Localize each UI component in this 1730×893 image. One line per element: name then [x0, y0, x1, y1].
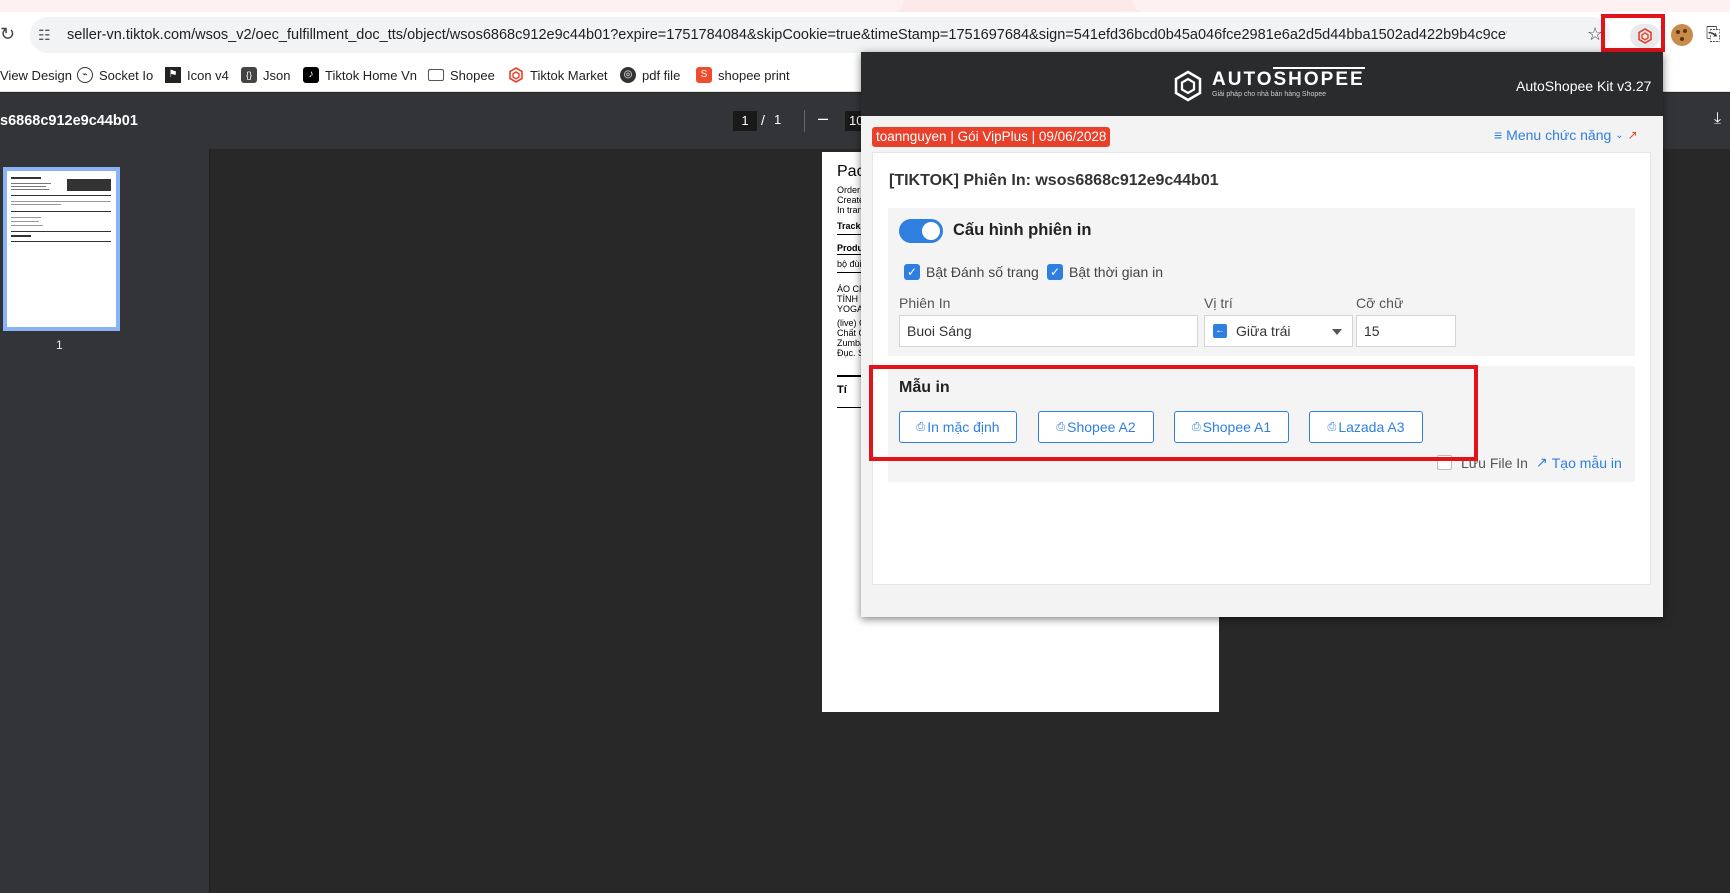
brand-tagline: Giải pháp cho nhà bán hàng Shopee	[1212, 91, 1327, 98]
page-text-line: Tí	[837, 384, 847, 396]
font-size-label: Cỡ chữ	[1356, 295, 1404, 311]
tiktok-icon: ♪	[303, 67, 319, 83]
session-label: Phiên In	[899, 295, 951, 311]
flag-icon: ⚑	[165, 67, 181, 83]
page-number-label: Bật Đánh số trang	[926, 264, 1039, 280]
globe-icon: ◎	[620, 67, 636, 83]
hamburger-icon: ≡	[1494, 127, 1503, 143]
bookmark-folder-shopee[interactable]: Shopee	[428, 64, 495, 86]
brand-suffix: SHOPEE	[1273, 67, 1365, 90]
bookmark-label: Shopee	[450, 67, 495, 83]
page-text-line: Order	[837, 185, 861, 195]
shopee-icon: S	[696, 67, 712, 83]
align-left-icon: ←	[1213, 324, 1227, 338]
bookmark-label: pdf file	[642, 67, 681, 83]
external-link-icon: ↗	[1536, 454, 1548, 470]
page-text-line: Đục. S	[837, 348, 865, 358]
brand-wordmark: AUTOSHOPEE	[1212, 67, 1365, 91]
caret-down-icon	[1332, 329, 1342, 335]
config-title: Cấu hình phiên in	[953, 221, 1092, 239]
session-title: [TIKTOK] Phiên In: wsos6868c912e9c44b01	[889, 172, 1219, 189]
thumbnail-preview	[11, 177, 111, 242]
page-text-line: Tracki	[837, 221, 864, 231]
cookie-extension-icon[interactable]	[1671, 24, 1693, 46]
position-label: Vị trí	[1204, 295, 1233, 311]
page-text-line: TÍNH	[837, 294, 858, 304]
page-text-line: Produ	[837, 243, 863, 253]
kit-version: AutoShopee Kit v3.27	[1516, 78, 1652, 94]
autoshopee-logo-icon	[1173, 70, 1203, 107]
reload-icon[interactable]: ↻	[0, 24, 15, 44]
bookmark-label: shopee print	[718, 67, 790, 83]
toggle-knob[interactable]	[922, 222, 940, 240]
socketio-icon: ⌁	[77, 67, 93, 83]
bookmark-label: Socket Io	[99, 67, 154, 83]
page-text-line: Create	[837, 195, 865, 205]
bookmark-icon-v4[interactable]: ⚑ Icon v4	[165, 64, 229, 86]
pdf-document-title: s6868c912e9c44b01	[0, 113, 138, 129]
page-number-input[interactable]: 1	[733, 111, 757, 131]
user-badge: toannguyen | Gói VipPlus | 09/06/2028	[872, 127, 1111, 147]
position-value: Giữa trái	[1236, 323, 1291, 339]
extensions-puzzle-icon[interactable]: ⎘	[1706, 24, 1726, 44]
bookmark-label: Tiktok Market	[530, 67, 608, 83]
print-time-checkbox[interactable]: ✓	[1047, 264, 1063, 280]
toolbar-divider	[804, 110, 805, 132]
bookmark-label: Tiktok Home Vn	[325, 67, 417, 83]
folder-icon	[428, 69, 444, 81]
tab-active[interactable]	[0, 0, 903, 12]
download-icon[interactable]: ⤓	[1714, 110, 1721, 128]
menu-label: Menu chức năng	[1506, 127, 1612, 143]
bookmark-socket-io[interactable]: ⌁ Socket Io	[77, 64, 153, 86]
page-number-checkbox[interactable]: ✓	[904, 264, 920, 280]
bookmark-shopee-print[interactable]: Sshopee print	[696, 64, 790, 86]
font-size-input[interactable]: 15	[1356, 315, 1456, 347]
create-template-link[interactable]: ↗ Tạo mẫu in	[1536, 454, 1622, 471]
tab-right[interactable]	[1133, 0, 1730, 12]
zoom-out-icon[interactable]: –	[818, 108, 828, 129]
menu-dropdown-link[interactable]: ≡ Menu chức năng ⌄ ↗	[1494, 127, 1638, 143]
page-text-line: bộ đùi	[837, 259, 862, 269]
print-time-label: Bật thời gian in	[1069, 264, 1164, 280]
autoshopee-icon	[508, 67, 524, 83]
page-text-line: YOGA	[837, 304, 864, 314]
thumbnail-page-number: 1	[56, 338, 63, 352]
page-separator: /	[761, 112, 765, 128]
session-input[interactable]: Buoi Sáng	[899, 315, 1198, 347]
bookmark-tiktok-market[interactable]: Tiktok Market	[508, 64, 608, 86]
highlight-box-templates	[869, 365, 1478, 461]
bookmark-tiktok-home[interactable]: ♪ Tiktok Home Vn	[303, 64, 417, 86]
url-text[interactable]: seller-vn.tiktok.com/wsos_v2/oec_fulfill…	[67, 26, 1507, 44]
bookmark-view-design[interactable]: View Design	[0, 64, 72, 86]
bookmark-pdf-file[interactable]: ◎ pdf file	[620, 64, 680, 86]
highlight-box-extension	[1601, 14, 1665, 52]
bookmark-label: Icon v4	[187, 67, 229, 83]
external-link-icon[interactable]: ↗	[1628, 128, 1638, 142]
chevron-down-icon: ⌄	[1615, 129, 1624, 141]
bookmark-json[interactable]: {} Json	[241, 64, 290, 86]
create-template-label: Tạo mẫu in	[1551, 454, 1622, 471]
braces-icon: {}	[241, 67, 257, 83]
bookmark-label: Json	[263, 67, 291, 83]
page-text-line: In tran	[837, 205, 863, 215]
bookmark-label: View Design	[0, 67, 73, 83]
position-select[interactable]: ← Giữa trái	[1204, 315, 1353, 347]
page-thumbnail[interactable]	[3, 167, 120, 331]
brand-prefix: AUTO	[1212, 69, 1274, 90]
page-total: 1	[774, 112, 782, 127]
site-settings-icon[interactable]: ☷	[38, 26, 56, 44]
